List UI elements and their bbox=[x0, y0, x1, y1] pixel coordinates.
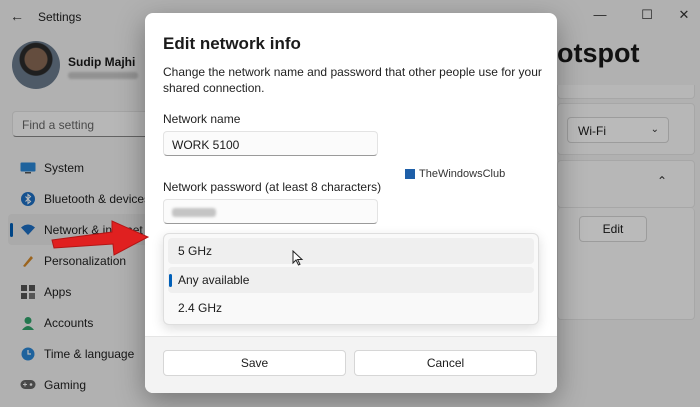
band-option-label: Any available bbox=[178, 273, 250, 287]
network-name-input[interactable]: WORK 5100 bbox=[163, 131, 378, 156]
dialog-description: Change the network name and password tha… bbox=[163, 65, 542, 95]
watermark-text: TheWindowsClub bbox=[419, 168, 506, 180]
mouse-cursor-icon bbox=[292, 250, 304, 266]
network-name-label: Network name bbox=[163, 112, 241, 126]
save-button[interactable]: Save bbox=[163, 350, 346, 376]
edit-network-dialog: Edit network info Change the network nam… bbox=[145, 13, 557, 393]
band-option-any[interactable]: Any available bbox=[168, 267, 534, 293]
dialog-title: Edit network info bbox=[163, 34, 301, 53]
network-name-value: WORK 5100 bbox=[172, 138, 240, 152]
network-password-input[interactable] bbox=[163, 199, 378, 224]
band-option-label: 2.4 GHz bbox=[178, 301, 223, 315]
cancel-button[interactable]: Cancel bbox=[354, 350, 537, 376]
band-option-5ghz[interactable]: 5 GHz bbox=[168, 238, 534, 264]
watermark: TheWindowsClub bbox=[405, 168, 505, 180]
password-value-blurred bbox=[172, 208, 216, 217]
network-band-dropdown: 5 GHz Any available 2.4 GHz bbox=[163, 233, 539, 325]
network-password-label: Network password (at least 8 characters) bbox=[163, 180, 382, 194]
band-option-label: 5 GHz bbox=[178, 244, 213, 258]
dialog-footer: Save Cancel bbox=[145, 336, 557, 393]
watermark-logo-icon bbox=[405, 169, 415, 179]
band-option-24ghz[interactable]: 2.4 GHz bbox=[168, 295, 534, 321]
red-arrow-icon bbox=[51, 220, 150, 256]
